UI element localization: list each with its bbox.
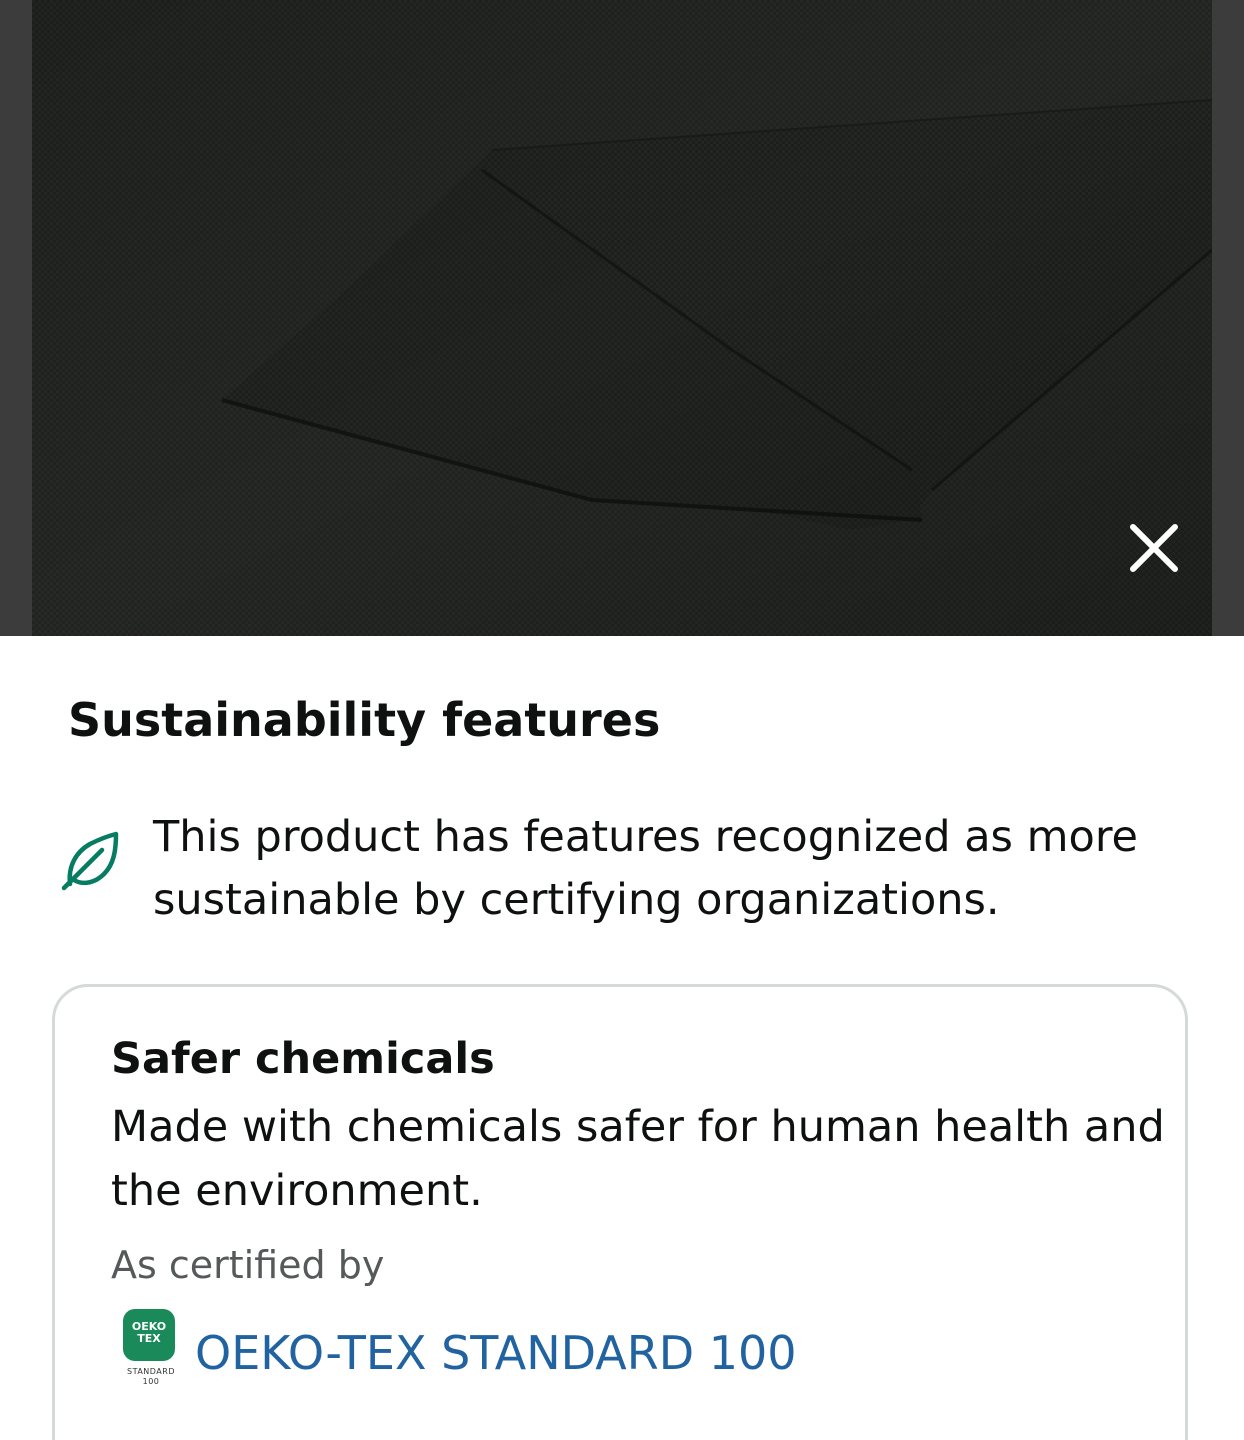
product-fabric-photo xyxy=(32,0,1212,636)
oeko-tex-logo: OEKO TEX STANDARD 100 xyxy=(113,1307,189,1399)
certified-by-label: As certified by xyxy=(111,1243,385,1287)
safer-chemicals-card: Safer chemicals Made with chemicals safe… xyxy=(52,984,1188,1440)
oeko-tex-logo-badge: OEKO TEX xyxy=(123,1309,175,1361)
card-description: Made with chemicals safer for human heal… xyxy=(111,1102,1165,1216)
oeko-tex-logo-sub2: 100 xyxy=(142,1377,160,1386)
oeko-tex-logo-sub: STANDARD 100 xyxy=(113,1367,189,1387)
certification-link[interactable]: OEKO-TEX STANDARD 100 xyxy=(195,1323,797,1383)
leaf-icon xyxy=(61,831,119,891)
close-button[interactable] xyxy=(1118,512,1190,584)
oeko-tex-logo-sub1: STANDARD xyxy=(126,1367,175,1376)
oeko-tex-logo-line2: TEX xyxy=(137,1332,161,1345)
sheet-title: Sustainability features xyxy=(68,693,661,747)
sustainability-sheet: Sustainability features This product has… xyxy=(0,636,1244,1440)
sustainability-page: Sustainability features This product has… xyxy=(0,0,1244,1440)
certification-row[interactable]: OEKO TEX STANDARD 100 OEKO-TEX STANDARD … xyxy=(113,1307,1113,1399)
intro-text: This product has features recognized as … xyxy=(153,812,1139,925)
close-icon xyxy=(1130,524,1178,572)
product-image-area xyxy=(0,0,1244,636)
card-title: Safer chemicals xyxy=(111,1034,495,1084)
